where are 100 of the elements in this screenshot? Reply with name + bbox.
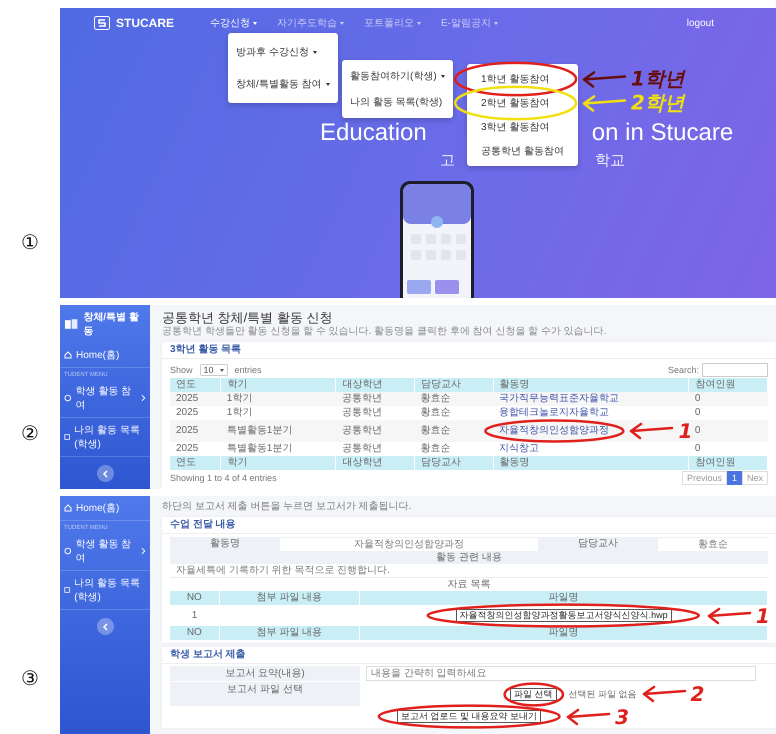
handwritten-note: 1 — [756, 610, 770, 622]
sidebar-item[interactable]: 학생 활동 참여 — [60, 532, 150, 571]
field-label: 보고서 요약(내용) — [170, 666, 360, 681]
annotation-arrow — [640, 684, 687, 704]
handwritten-note: 3 — [615, 704, 630, 728]
column-header[interactable]: 학기 — [220, 378, 336, 392]
field-label: 담당교사 — [538, 537, 658, 551]
sidebar-item[interactable]: 학생 활동 참여 — [60, 379, 150, 418]
annotation-arrow — [580, 69, 627, 89]
column-header[interactable]: 활동명 — [493, 378, 689, 392]
file-download-button[interactable]: 자율적창의인성함양과정활동보고서양식신양식.hwp — [456, 609, 672, 622]
square-icon — [64, 586, 70, 594]
table-cell: 특별활동1분기 — [220, 420, 336, 442]
page-button[interactable]: Previous — [682, 471, 727, 485]
column-header: 첨부 파일 내용 — [219, 591, 360, 605]
entries-info: Showing 1 to 4 of 4 entries — [170, 473, 277, 483]
field-label: 보고서 파일 선택 — [170, 682, 360, 706]
section-heading: 활동 관련 내용 — [170, 551, 768, 564]
collapse-button[interactable] — [96, 618, 114, 635]
page-button[interactable]: 1 — [726, 471, 742, 485]
table-cell: 2025 — [170, 420, 221, 442]
page-subtitle: 공통학년 학생들만 활동 신청을 할 수 있습니다. 활동명을 클릭한 후에 참여 신청을 할 수가 있습니다. — [162, 326, 608, 338]
table-cell: 2025 — [170, 392, 221, 406]
section-heading: 자료 목록 — [446, 578, 492, 591]
notice-text: 하단의 보고서 제출 버튼을 누르면 보고서가 제출됩니다. — [162, 501, 412, 513]
nav-item[interactable]: 포트폴리오 — [364, 16, 422, 30]
caret-icon — [340, 22, 344, 24]
sidebar-item[interactable]: 나의 활동 목록(학생) — [60, 571, 150, 610]
submit-button[interactable]: 보고서 업로드 및 내용요약 보내기 — [396, 710, 541, 723]
menu-item[interactable]: 방과후 수강신청 — [228, 36, 325, 68]
column-header: 파일명 — [360, 591, 768, 605]
logout-link[interactable]: logout — [686, 18, 714, 28]
card-title: 3학년 활동 목록 — [162, 342, 776, 359]
entries-select[interactable]: 10 — [200, 364, 228, 376]
circle-icon — [64, 394, 72, 402]
annotation-arrow — [706, 606, 752, 626]
menu-item[interactable]: 공통학년 활동참여 — [467, 139, 578, 163]
caret-icon — [253, 22, 258, 24]
caret-icon — [220, 368, 224, 372]
table-cell: 공통학년 — [336, 406, 414, 420]
show-label: Show — [170, 365, 193, 375]
entries-label: entries — [234, 365, 262, 375]
page-button[interactable]: Nex — [742, 471, 768, 485]
hero-title: Education — [320, 119, 427, 147]
step-number: ① — [21, 230, 39, 254]
choose-file-button[interactable]: 파일 선택 — [510, 688, 557, 700]
table-cell: 황효순 — [414, 442, 494, 456]
table-cell: 공통학년 — [336, 442, 414, 456]
circle-icon — [64, 547, 72, 555]
field-label: 활동명 — [170, 537, 280, 551]
menu-item[interactable]: 나의 활동 목록(학생) — [342, 89, 450, 115]
column-footer: 파일명 — [360, 626, 768, 640]
column-header[interactable]: 담당교사 — [414, 378, 494, 392]
search-field[interactable] — [702, 363, 768, 377]
table-cell: 0 — [688, 392, 768, 406]
step-number: ② — [21, 421, 39, 445]
home-icon — [64, 504, 72, 512]
column-footer: 첨부 파일 내용 — [219, 626, 360, 640]
table-cell: 2025 — [170, 406, 221, 420]
menu-item[interactable]: 활동참여하기(학생) — [342, 63, 453, 89]
table-cell: 공통학년 — [336, 392, 414, 406]
file-status: 선택된 파일 없음 — [568, 688, 637, 700]
chevron-icon — [141, 547, 146, 555]
column-footer: NO — [170, 626, 220, 640]
column-header[interactable]: 참여인원 — [688, 378, 768, 392]
page-title: 공통학년 창체/특별 활동 신청 — [162, 310, 334, 326]
column-footer: 참여인원 — [688, 456, 768, 470]
column-header[interactable]: 대상학년 — [336, 378, 414, 392]
table-cell: 황효순 — [414, 406, 494, 420]
nav-item[interactable]: 자기주도학습 — [277, 16, 344, 30]
handwritten-note: 2 — [690, 682, 704, 706]
logo-icon — [94, 16, 110, 30]
table-cell: 황효순 — [414, 392, 494, 406]
caret-icon — [326, 82, 330, 86]
search-label: Search: — [668, 365, 699, 375]
sidebar-item[interactable]: 나의 활동 목록(학생) — [60, 418, 150, 457]
content-text: 자율세특에 기록하기 위한 목적으로 진행합니다. — [170, 564, 768, 578]
column-header[interactable]: 연도 — [170, 378, 221, 392]
column-footer: 담당교사 — [414, 456, 494, 470]
nav-item[interactable]: 수강신청 — [210, 16, 258, 30]
activity-link[interactable]: 융합테크놀로지자율학교 — [499, 407, 610, 418]
hero-subtitle: 학교 — [595, 152, 625, 170]
sidebar-item[interactable]: Home(홈) — [60, 343, 150, 368]
sidebar-item[interactable]: Home(홈) — [60, 496, 150, 521]
column-footer: 대상학년 — [336, 456, 414, 470]
column-footer: 연도 — [170, 456, 221, 470]
table-cell: 0 — [688, 406, 768, 420]
chevron-icon — [102, 470, 108, 478]
activity-link[interactable]: 지식창고 — [499, 443, 540, 454]
sidebar-title: 창체/특별 활동 — [83, 311, 140, 338]
table-cell: 특별활동1분기 — [220, 442, 336, 456]
handwritten-note: 2학년 — [630, 90, 685, 116]
column-footer: 학기 — [220, 456, 336, 470]
menu-item[interactable]: 창체/특별활동 참여 — [228, 68, 338, 100]
caret-icon — [494, 22, 498, 24]
nav-item[interactable]: E-알림공지 — [441, 16, 498, 30]
collapse-button[interactable] — [96, 465, 114, 482]
summary-field[interactable]: 내용을 간략히 입력하세요 — [366, 666, 756, 681]
menu-item[interactable]: 3학년 활동참여 — [467, 115, 564, 139]
caret-icon — [312, 50, 317, 54]
